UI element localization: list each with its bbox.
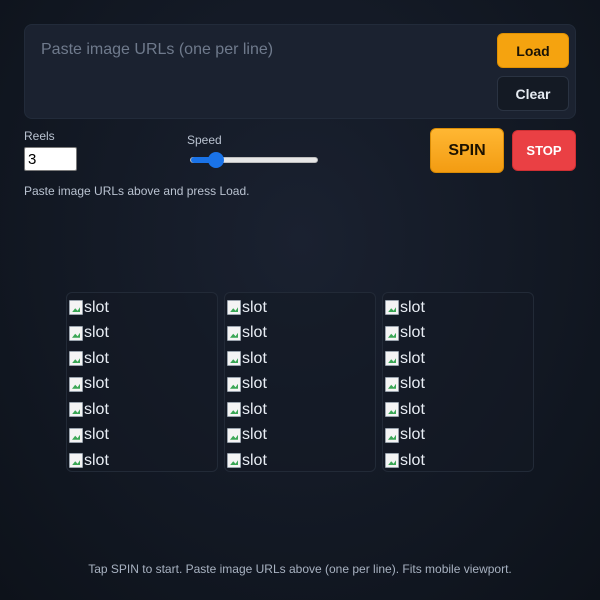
slot-alt-text: slot — [242, 375, 267, 393]
slot-alt-text: slot — [242, 298, 267, 316]
slot-alt-text: slot — [84, 324, 109, 342]
reel-slot: slot — [227, 423, 375, 449]
broken-image-icon — [227, 300, 241, 316]
reel-slot: slot — [227, 372, 375, 398]
broken-image-icon — [385, 402, 399, 418]
reel-slot: slot — [385, 295, 533, 321]
broken-image-icon — [69, 376, 83, 392]
slot-alt-text: slot — [400, 324, 425, 342]
slot-alt-text: slot — [242, 451, 267, 469]
broken-image-icon — [69, 325, 83, 341]
reel-slot: slot — [69, 346, 217, 372]
reel-slot: slot — [385, 397, 533, 423]
broken-image-icon — [385, 453, 399, 469]
reel-slot: slot — [385, 448, 533, 474]
reels-input[interactable] — [24, 147, 77, 171]
slot-alt-text: slot — [400, 298, 425, 316]
reel-slot: slot — [227, 448, 375, 474]
slot-alt-text: slot — [400, 400, 425, 418]
broken-image-icon — [69, 351, 83, 367]
speed-slider-thumb[interactable] — [208, 152, 225, 168]
broken-image-icon — [227, 453, 241, 469]
stop-button[interactable]: STOP — [512, 130, 576, 171]
status-text: Paste image URLs above and press Load. — [24, 184, 250, 198]
broken-image-icon — [69, 453, 83, 469]
speed-label: Speed — [187, 133, 222, 147]
slot-alt-text: slot — [84, 451, 109, 469]
broken-image-icon — [385, 351, 399, 367]
reel-slot: slot — [227, 346, 375, 372]
reel: slot slot slot slot slot slot slot — [66, 292, 218, 472]
reel-slot: slot — [69, 448, 217, 474]
slot-alt-text: slot — [84, 426, 109, 444]
reel: slot slot slot slot slot slot slot — [382, 292, 534, 472]
clear-button[interactable]: Clear — [497, 76, 569, 111]
broken-image-icon — [227, 325, 241, 341]
slot-alt-text: slot — [400, 349, 425, 367]
slot-alt-text: slot — [84, 349, 109, 367]
broken-image-icon — [385, 300, 399, 316]
slot-alt-text: slot — [400, 451, 425, 469]
slot-alt-text: slot — [400, 426, 425, 444]
reel-slot: slot — [385, 372, 533, 398]
slot-alt-text: slot — [242, 324, 267, 342]
reel-slot: slot — [385, 321, 533, 347]
broken-image-icon — [69, 402, 83, 418]
slot-alt-text: slot — [84, 298, 109, 316]
slot-alt-text: slot — [84, 400, 109, 418]
reel-slot: slot — [69, 295, 217, 321]
slot-alt-text: slot — [242, 400, 267, 418]
spin-button[interactable]: SPIN — [430, 128, 504, 173]
reel-slot: slot — [69, 397, 217, 423]
url-panel: Load Clear — [24, 24, 576, 120]
broken-image-icon — [227, 351, 241, 367]
reel-slot: slot — [227, 397, 375, 423]
broken-image-icon — [385, 325, 399, 341]
slot-alt-text: slot — [400, 375, 425, 393]
reel-slot: slot — [227, 321, 375, 347]
footer-hint: Tap SPIN to start. Paste image URLs abov… — [88, 562, 512, 576]
broken-image-icon — [227, 376, 241, 392]
broken-image-icon — [227, 427, 241, 443]
broken-image-icon — [69, 427, 83, 443]
broken-image-icon — [385, 427, 399, 443]
slot-alt-text: slot — [84, 375, 109, 393]
reel-slot: slot — [385, 346, 533, 372]
reel-slot: slot — [227, 295, 375, 321]
reel: slot slot slot slot slot slot slot — [224, 292, 376, 472]
reel-slot: slot — [69, 423, 217, 449]
speed-slider[interactable] — [190, 152, 318, 168]
reels-label: Reels — [24, 129, 55, 143]
reel-slot: slot — [69, 372, 217, 398]
slot-alt-text: slot — [242, 349, 267, 367]
reel-slot: slot — [385, 423, 533, 449]
broken-image-icon — [227, 402, 241, 418]
load-button[interactable]: Load — [497, 33, 569, 68]
broken-image-icon — [69, 300, 83, 316]
slot-machine-app: Load Clear Reels Speed SPIN STOP Paste i… — [0, 0, 600, 600]
image-urls-input[interactable] — [25, 25, 487, 120]
reel-slot: slot — [69, 321, 217, 347]
slot-alt-text: slot — [242, 426, 267, 444]
broken-image-icon — [385, 376, 399, 392]
